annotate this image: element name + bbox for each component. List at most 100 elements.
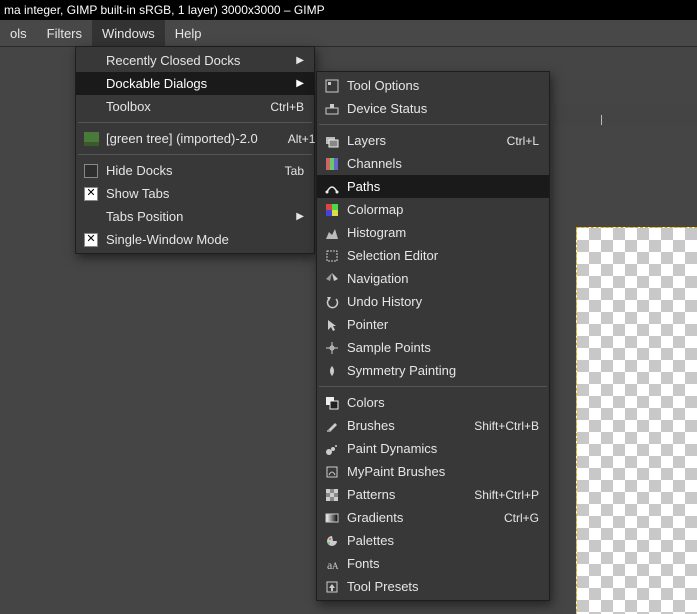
menu-item-colors[interactable]: Colors [317,391,549,414]
label: Tabs Position [106,209,276,224]
menu-item-paths[interactable]: Paths [317,175,549,198]
patterns-icon [323,487,341,503]
label: Paint Dynamics [347,441,539,456]
windows-menu: Recently Closed Docks ▶ Dockable Dialogs… [75,46,315,254]
layers-icon [323,133,341,149]
shortcut: Tab [285,164,304,178]
menu-item-sample-points[interactable]: Sample Points [317,336,549,359]
menu-item-recently-closed-docks[interactable]: Recently Closed Docks ▶ [76,49,314,72]
shortcut: Ctrl+B [270,100,304,114]
dockable-dialogs-menu: Tool Options Device Status Layers Ctrl+L… [316,71,550,601]
brushes-icon [323,418,341,434]
checkbox-icon [82,163,100,179]
shortcut: Alt+1 [288,132,316,146]
label: Channels [347,156,539,171]
shortcut: Shift+Ctrl+P [474,488,539,502]
menu-item-gradients[interactable]: Gradients Ctrl+G [317,506,549,529]
mypaint-icon [323,464,341,480]
menu-item-brushes[interactable]: Brushes Shift+Ctrl+B [317,414,549,437]
colormap-icon [323,202,341,218]
menu-help[interactable]: Help [165,20,212,46]
paint-dynamics-icon [323,441,341,457]
menu-item-selection-editor[interactable]: Selection Editor [317,244,549,267]
label: Colors [347,395,539,410]
menu-item-hide-docks[interactable]: Hide Docks Tab [76,159,314,182]
submenu-arrow-icon: ▶ [296,211,304,222]
menu-item-patterns[interactable]: Patterns Shift+Ctrl+P [317,483,549,506]
label: MyPaint Brushes [347,464,539,479]
menu-item-paint-dynamics[interactable]: Paint Dynamics [317,437,549,460]
menu-item-tabs-position[interactable]: Tabs Position ▶ [76,205,314,228]
menu-item-pointer[interactable]: Pointer [317,313,549,336]
menu-item-single-window-mode[interactable]: ✕ Single-Window Mode [76,228,314,251]
pointer-icon [323,317,341,333]
menu-item-tool-options[interactable]: Tool Options [317,74,549,97]
shortcut: Ctrl+L [507,134,539,148]
selection-editor-icon [323,248,341,264]
menu-tools[interactable]: ols [0,20,37,46]
shortcut: Shift+Ctrl+B [474,419,539,433]
label: Selection Editor [347,248,539,263]
fonts-icon: aA [323,556,341,572]
sample-points-icon [323,340,341,356]
label: Device Status [347,101,539,116]
label: Tool Options [347,78,539,93]
label: Hide Docks [106,163,255,178]
paths-icon [323,179,341,195]
checkbox-checked-icon: ✕ [82,186,100,202]
symmetry-icon [323,363,341,379]
menu-item-histogram[interactable]: Histogram [317,221,549,244]
label: Show Tabs [106,186,304,201]
image-thumb-icon [82,131,100,147]
menu-item-layers[interactable]: Layers Ctrl+L [317,129,549,152]
histogram-icon [323,225,341,241]
label: Layers [347,133,477,148]
label: Patterns [347,487,444,502]
menu-item-toolbox[interactable]: Toolbox Ctrl+B [76,95,314,118]
undo-history-icon [323,294,341,310]
menubar: ols Filters Windows Help [0,20,697,47]
menu-item-device-status[interactable]: Device Status [317,97,549,120]
menu-item-open-window[interactable]: [green tree] (imported)-2.0 Alt+1 [76,127,314,150]
label: Histogram [347,225,539,240]
label: Paths [347,179,539,194]
label: Palettes [347,533,539,548]
menu-item-symmetry-painting[interactable]: Symmetry Painting [317,359,549,382]
submenu-arrow-icon: ▶ [296,78,304,89]
menu-item-colormap[interactable]: Colormap [317,198,549,221]
separator [319,386,547,387]
menu-item-channels[interactable]: Channels [317,152,549,175]
label: Recently Closed Docks [106,53,276,68]
channels-icon [323,156,341,172]
separator [78,154,312,155]
label: Gradients [347,510,474,525]
checkbox-checked-icon: ✕ [82,232,100,248]
label: [green tree] (imported)-2.0 [106,131,258,146]
svg-text:A: A [332,561,339,571]
menu-item-undo-history[interactable]: Undo History [317,290,549,313]
palettes-icon [323,533,341,549]
menu-filters[interactable]: Filters [37,20,92,46]
label: Navigation [347,271,539,286]
label: Single-Window Mode [106,232,304,247]
menu-item-fonts[interactable]: aA Fonts [317,552,549,575]
submenu-arrow-icon: ▶ [296,55,304,66]
separator [78,122,312,123]
label: Colormap [347,202,539,217]
menu-item-tool-presets[interactable]: Tool Presets [317,575,549,598]
menu-item-navigation[interactable]: Navigation [317,267,549,290]
label: Undo History [347,294,539,309]
menu-windows[interactable]: Windows [92,20,165,46]
menu-item-dockable-dialogs[interactable]: Dockable Dialogs ▶ [76,72,314,95]
menu-item-mypaint-brushes[interactable]: MyPaint Brushes [317,460,549,483]
separator [319,124,547,125]
label: Pointer [347,317,539,332]
menu-item-show-tabs[interactable]: ✕ Show Tabs [76,182,314,205]
label: Fonts [347,556,539,571]
label: Brushes [347,418,444,433]
canvas-checkerboard[interactable] [576,227,697,614]
device-status-icon [323,101,341,117]
label: Dockable Dialogs [106,76,276,91]
menu-item-palettes[interactable]: Palettes [317,529,549,552]
window-title: ma integer, GIMP built-in sRGB, 1 layer)… [0,0,697,20]
